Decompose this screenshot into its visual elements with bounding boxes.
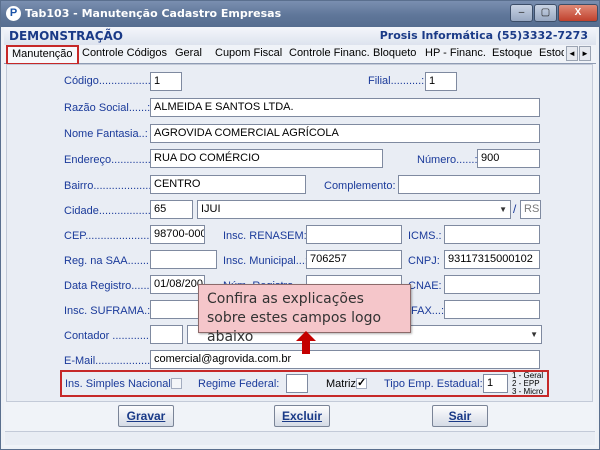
bairro-label: Bairro.....................: xyxy=(64,180,161,192)
email-input[interactable]: comercial@agrovida.com.br xyxy=(150,350,540,369)
explanation-callout: Confira as explicações sobre estes campo… xyxy=(198,284,411,345)
filial-label: Filial..........: xyxy=(368,75,425,87)
tab-controle-codigos[interactable]: Controle Códigos xyxy=(82,47,167,64)
status-bar xyxy=(5,431,595,445)
arrow-stem xyxy=(302,340,310,354)
uf-input[interactable]: RS xyxy=(520,200,541,219)
tab-bar: Manutenção Controle Códigos Geral Cupom … xyxy=(4,45,596,65)
reg-saa-label: Reg. na SAA.......: xyxy=(64,255,153,267)
icms-label: ICMS.: xyxy=(408,230,442,242)
contador-code-input[interactable] xyxy=(150,325,183,344)
cep-label: CEP.......................: xyxy=(64,230,159,242)
numero-label: Número......: xyxy=(417,154,478,166)
numero-input[interactable]: 900 xyxy=(477,149,540,168)
tab-estoq-truncated[interactable]: Estoq xyxy=(539,47,564,64)
tab-cupom-fiscal[interactable]: Cupom Fiscal xyxy=(215,47,282,64)
maximize-button[interactable]: ▢ xyxy=(534,4,557,22)
tab-controle-financ[interactable]: Controle Financ. xyxy=(289,47,370,64)
codigo-label: Código..................: xyxy=(64,75,157,87)
tab-manutencao[interactable]: Manutenção xyxy=(6,45,79,65)
app-logo-icon: P xyxy=(6,6,21,21)
suframa-label: Insc. SUFRAMA.: xyxy=(64,305,151,317)
contador-label: Contador .............: xyxy=(64,330,156,342)
chevron-down-icon: ▼ xyxy=(499,205,507,214)
cidade-code-input[interactable]: 65 xyxy=(150,200,193,219)
cnpj-label: CNPJ: xyxy=(408,255,440,267)
data-registro-label: Data Registro.......: xyxy=(64,280,156,292)
razao-social-input[interactable]: ALMEIDA E SANTOS LTDA. xyxy=(150,98,540,117)
complemento-input[interactable] xyxy=(398,175,540,194)
nome-fantasia-input[interactable]: AGROVIDA COMERCIAL AGRÍCOLA xyxy=(150,124,540,143)
reg-saa-input[interactable] xyxy=(150,250,217,269)
tab-scroll-left-icon[interactable]: ◄ xyxy=(566,46,578,61)
fax-input[interactable] xyxy=(444,300,540,319)
insc-municipal-label: Insc. Municipal...: xyxy=(223,255,308,267)
endereco-input[interactable]: RUA DO COMÉRCIO xyxy=(150,149,383,168)
tab-estoque[interactable]: Estoque xyxy=(492,47,532,64)
cnpj-input[interactable]: 93117315000102 xyxy=(444,250,540,269)
tab-bloqueto[interactable]: Bloqueto xyxy=(373,47,416,64)
insc-municipal-input[interactable]: 706257 xyxy=(306,250,402,269)
company-header: DEMONSTRAÇÃO Prosis Informática (55)3332… xyxy=(4,27,596,45)
icms-input[interactable] xyxy=(444,225,540,244)
tab-hp-financ[interactable]: HP - Financ. xyxy=(425,47,486,64)
codigo-input[interactable]: 1 xyxy=(150,72,182,91)
bairro-input[interactable]: CENTRO xyxy=(150,175,306,194)
razao-social-label: Razão Social......: xyxy=(64,102,151,114)
tab-scroll-right-icon[interactable]: ► xyxy=(579,46,591,61)
cnae-input[interactable] xyxy=(444,275,540,294)
complemento-label: Complemento: xyxy=(324,180,396,192)
renasem-input[interactable] xyxy=(306,225,402,244)
gravar-button[interactable]: Gravar xyxy=(118,405,174,427)
sair-button[interactable]: Sair xyxy=(432,405,488,427)
cidade-separator: / xyxy=(513,202,517,216)
cnae-label: CNAE: xyxy=(408,280,442,292)
renasem-label: Insc. RENASEM: xyxy=(223,230,307,242)
highlight-box xyxy=(60,370,549,397)
chevron-down-icon: ▼ xyxy=(530,330,538,339)
cidade-select[interactable]: IJUI ▼ xyxy=(197,200,511,219)
main-window: P Tab103 - Manutenção Cadastro Empresas … xyxy=(0,0,600,450)
title-bar[interactable]: P Tab103 - Manutenção Cadastro Empresas … xyxy=(1,1,599,27)
endereco-label: Endereço..............: xyxy=(64,154,157,166)
minimize-button[interactable]: – xyxy=(510,4,533,22)
cep-input[interactable]: 98700-000 xyxy=(150,225,205,244)
close-button[interactable]: X xyxy=(558,4,598,22)
data-registro-input[interactable]: 01/08/2001 xyxy=(150,275,205,294)
cidade-name: IJUI xyxy=(201,203,221,215)
tab-geral[interactable]: Geral xyxy=(175,47,202,64)
window-title: Tab103 - Manutenção Cadastro Empresas xyxy=(25,7,282,20)
filial-input[interactable]: 1 xyxy=(425,72,457,91)
company-code: DEMONSTRAÇÃO xyxy=(9,29,123,43)
suframa-input[interactable] xyxy=(150,300,205,319)
fax-label: FAX...: xyxy=(411,305,445,317)
excluir-button[interactable]: Excluir xyxy=(274,405,330,427)
cidade-label: Cidade...................: xyxy=(64,205,160,217)
nome-fantasia-label: Nome Fantasia..: xyxy=(64,128,148,140)
company-info: Prosis Informática (55)3332-7273 xyxy=(379,29,588,42)
